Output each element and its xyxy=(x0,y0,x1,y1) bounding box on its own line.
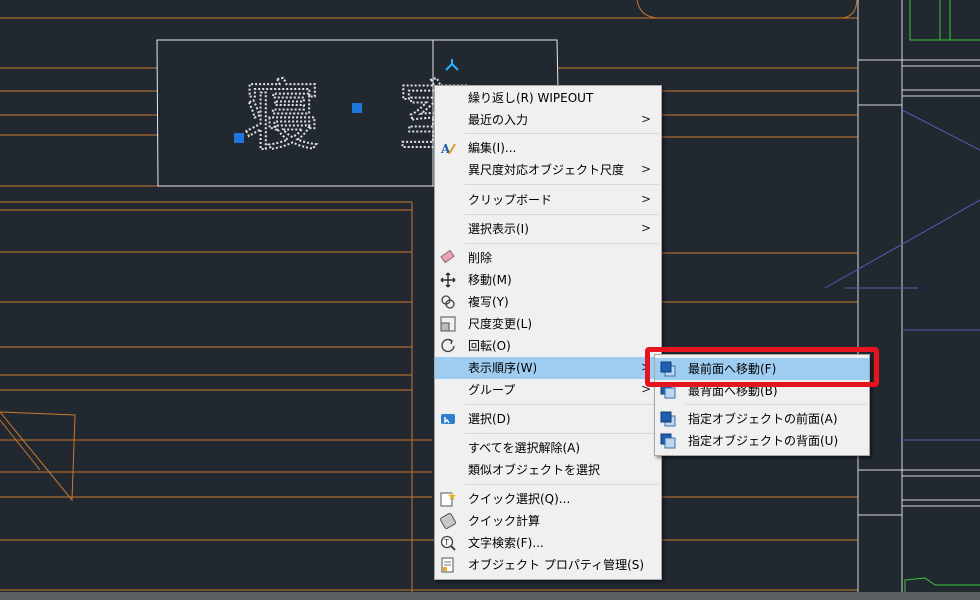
menu-item-properties[interactable]: オブジェクト プロパティ管理(S) xyxy=(435,554,661,576)
menu-separator xyxy=(465,184,659,185)
menu-separator xyxy=(465,404,659,405)
select-icon xyxy=(441,414,455,424)
menu-item-label: 繰り返し(R) WIPEOUT xyxy=(468,91,594,105)
menu-item-label: クイック計算 xyxy=(468,514,541,528)
menu-item-repeat-wipeout[interactable]: 繰り返し(R) WIPEOUT xyxy=(435,87,661,109)
properties-icon xyxy=(441,557,454,573)
submenu-arrow-icon: > xyxy=(640,162,651,176)
status-strip xyxy=(0,592,980,600)
menu-item-select[interactable]: 選択(D) xyxy=(435,408,661,430)
calculator-icon xyxy=(440,513,456,529)
scale-icon xyxy=(440,316,456,332)
menu-item-label: 複写(Y) xyxy=(468,295,509,309)
menu-item-move[interactable]: 移動(M) xyxy=(435,269,661,291)
menu-item-group[interactable]: グループ > xyxy=(435,379,661,401)
rotate-icon xyxy=(441,338,455,353)
submenu-item-under-objects[interactable]: 指定オブジェクトの背面(U) xyxy=(655,430,869,452)
menu-item-label: オブジェクト プロパティ管理(S) xyxy=(468,558,645,572)
submenu-arrow-icon: > xyxy=(640,221,651,235)
menu-separator xyxy=(465,243,659,244)
menu-item-scale[interactable]: 尺度変更(L) xyxy=(435,313,661,335)
copy-icon xyxy=(441,295,455,309)
menu-item-quick-calc[interactable]: クイック計算 xyxy=(435,510,661,532)
menu-item-label: 最近の入力 xyxy=(468,113,529,127)
menu-item-label: 表示順序(W) xyxy=(468,361,538,375)
submenu-arrow-icon: > xyxy=(640,192,651,206)
menu-item-label: 選択表示(I) xyxy=(468,222,529,236)
menu-item-label: 移動(M) xyxy=(468,273,512,287)
menu-item-select-similar[interactable]: 類似オブジェクトを選択 xyxy=(435,459,661,481)
submenu-item-above-objects[interactable]: 指定オブジェクトの前面(A) xyxy=(655,408,869,430)
eraser-icon xyxy=(440,250,455,264)
highlight-callout-box xyxy=(645,347,879,387)
menu-item-label: 類似オブジェクトを選択 xyxy=(468,463,601,477)
menu-item-rotate[interactable]: 回転(O) xyxy=(435,335,661,357)
menu-separator xyxy=(685,404,867,405)
menu-separator xyxy=(465,133,659,134)
menu-item-label: 文字検索(F)... xyxy=(468,536,544,550)
menu-item-label: クイック選択(Q)... xyxy=(468,492,571,506)
move-arrows-icon xyxy=(440,272,456,288)
submenu-item-label: 指定オブジェクトの前面(A) xyxy=(688,412,838,426)
menu-item-label: 異尺度対応オブジェクト尺度 xyxy=(468,163,625,177)
svg-text:T: T xyxy=(443,538,449,547)
menu-item-copy[interactable]: 複写(Y) xyxy=(435,291,661,313)
menu-item-label: 選択(D) xyxy=(468,412,511,426)
menu-item-find-text[interactable]: T 文字検索(F)... xyxy=(435,532,661,554)
menu-item-label: クリップボード xyxy=(468,193,553,207)
grip-handle[interactable] xyxy=(352,103,362,113)
menu-item-edit[interactable]: A 編集(I)... xyxy=(435,137,661,159)
menu-item-erase[interactable]: 削除 xyxy=(435,247,661,269)
menu-item-quick-select[interactable]: クイック選択(Q)... xyxy=(435,488,661,510)
context-menu: 繰り返し(R) WIPEOUT 最近の入力 > A 編集(I)... 異尺度対応… xyxy=(434,85,662,580)
menu-item-label: すべてを選択解除(A) xyxy=(468,441,581,455)
menu-item-clipboard[interactable]: クリップボード > xyxy=(435,189,661,211)
menu-item-label: 削除 xyxy=(468,251,493,265)
quick-select-icon xyxy=(440,492,456,507)
menu-separator xyxy=(465,433,659,434)
menu-item-label: 回転(O) xyxy=(468,339,511,353)
submenu-item-label: 指定オブジェクトの背面(U) xyxy=(688,434,839,448)
edit-text-icon: A xyxy=(440,142,456,156)
menu-item-label: グループ xyxy=(468,383,516,397)
right-panel-geometry xyxy=(824,0,980,600)
menu-separator xyxy=(465,484,659,485)
grip-handle[interactable] xyxy=(234,133,244,143)
send-under-icon xyxy=(660,433,676,449)
menu-item-label: 尺度変更(L) xyxy=(468,317,533,331)
find-text-icon: T xyxy=(440,535,456,551)
menu-item-isolate[interactable]: 選択表示(I) > xyxy=(435,218,661,240)
menu-item-recent-input[interactable]: 最近の入力 > xyxy=(435,109,661,131)
bring-above-icon xyxy=(660,411,676,427)
room-label-char-1: 寝 xyxy=(244,72,320,161)
menu-item-annotative-scale[interactable]: 異尺度対応オブジェクト尺度 > xyxy=(435,159,661,181)
menu-separator xyxy=(465,214,659,215)
menu-item-draw-order[interactable]: 表示順序(W) > xyxy=(435,357,661,379)
menu-item-deselect-all[interactable]: すべてを選択解除(A) xyxy=(435,437,661,459)
submenu-arrow-icon: > xyxy=(640,112,651,126)
menu-item-label: 編集(I)... xyxy=(468,141,517,155)
